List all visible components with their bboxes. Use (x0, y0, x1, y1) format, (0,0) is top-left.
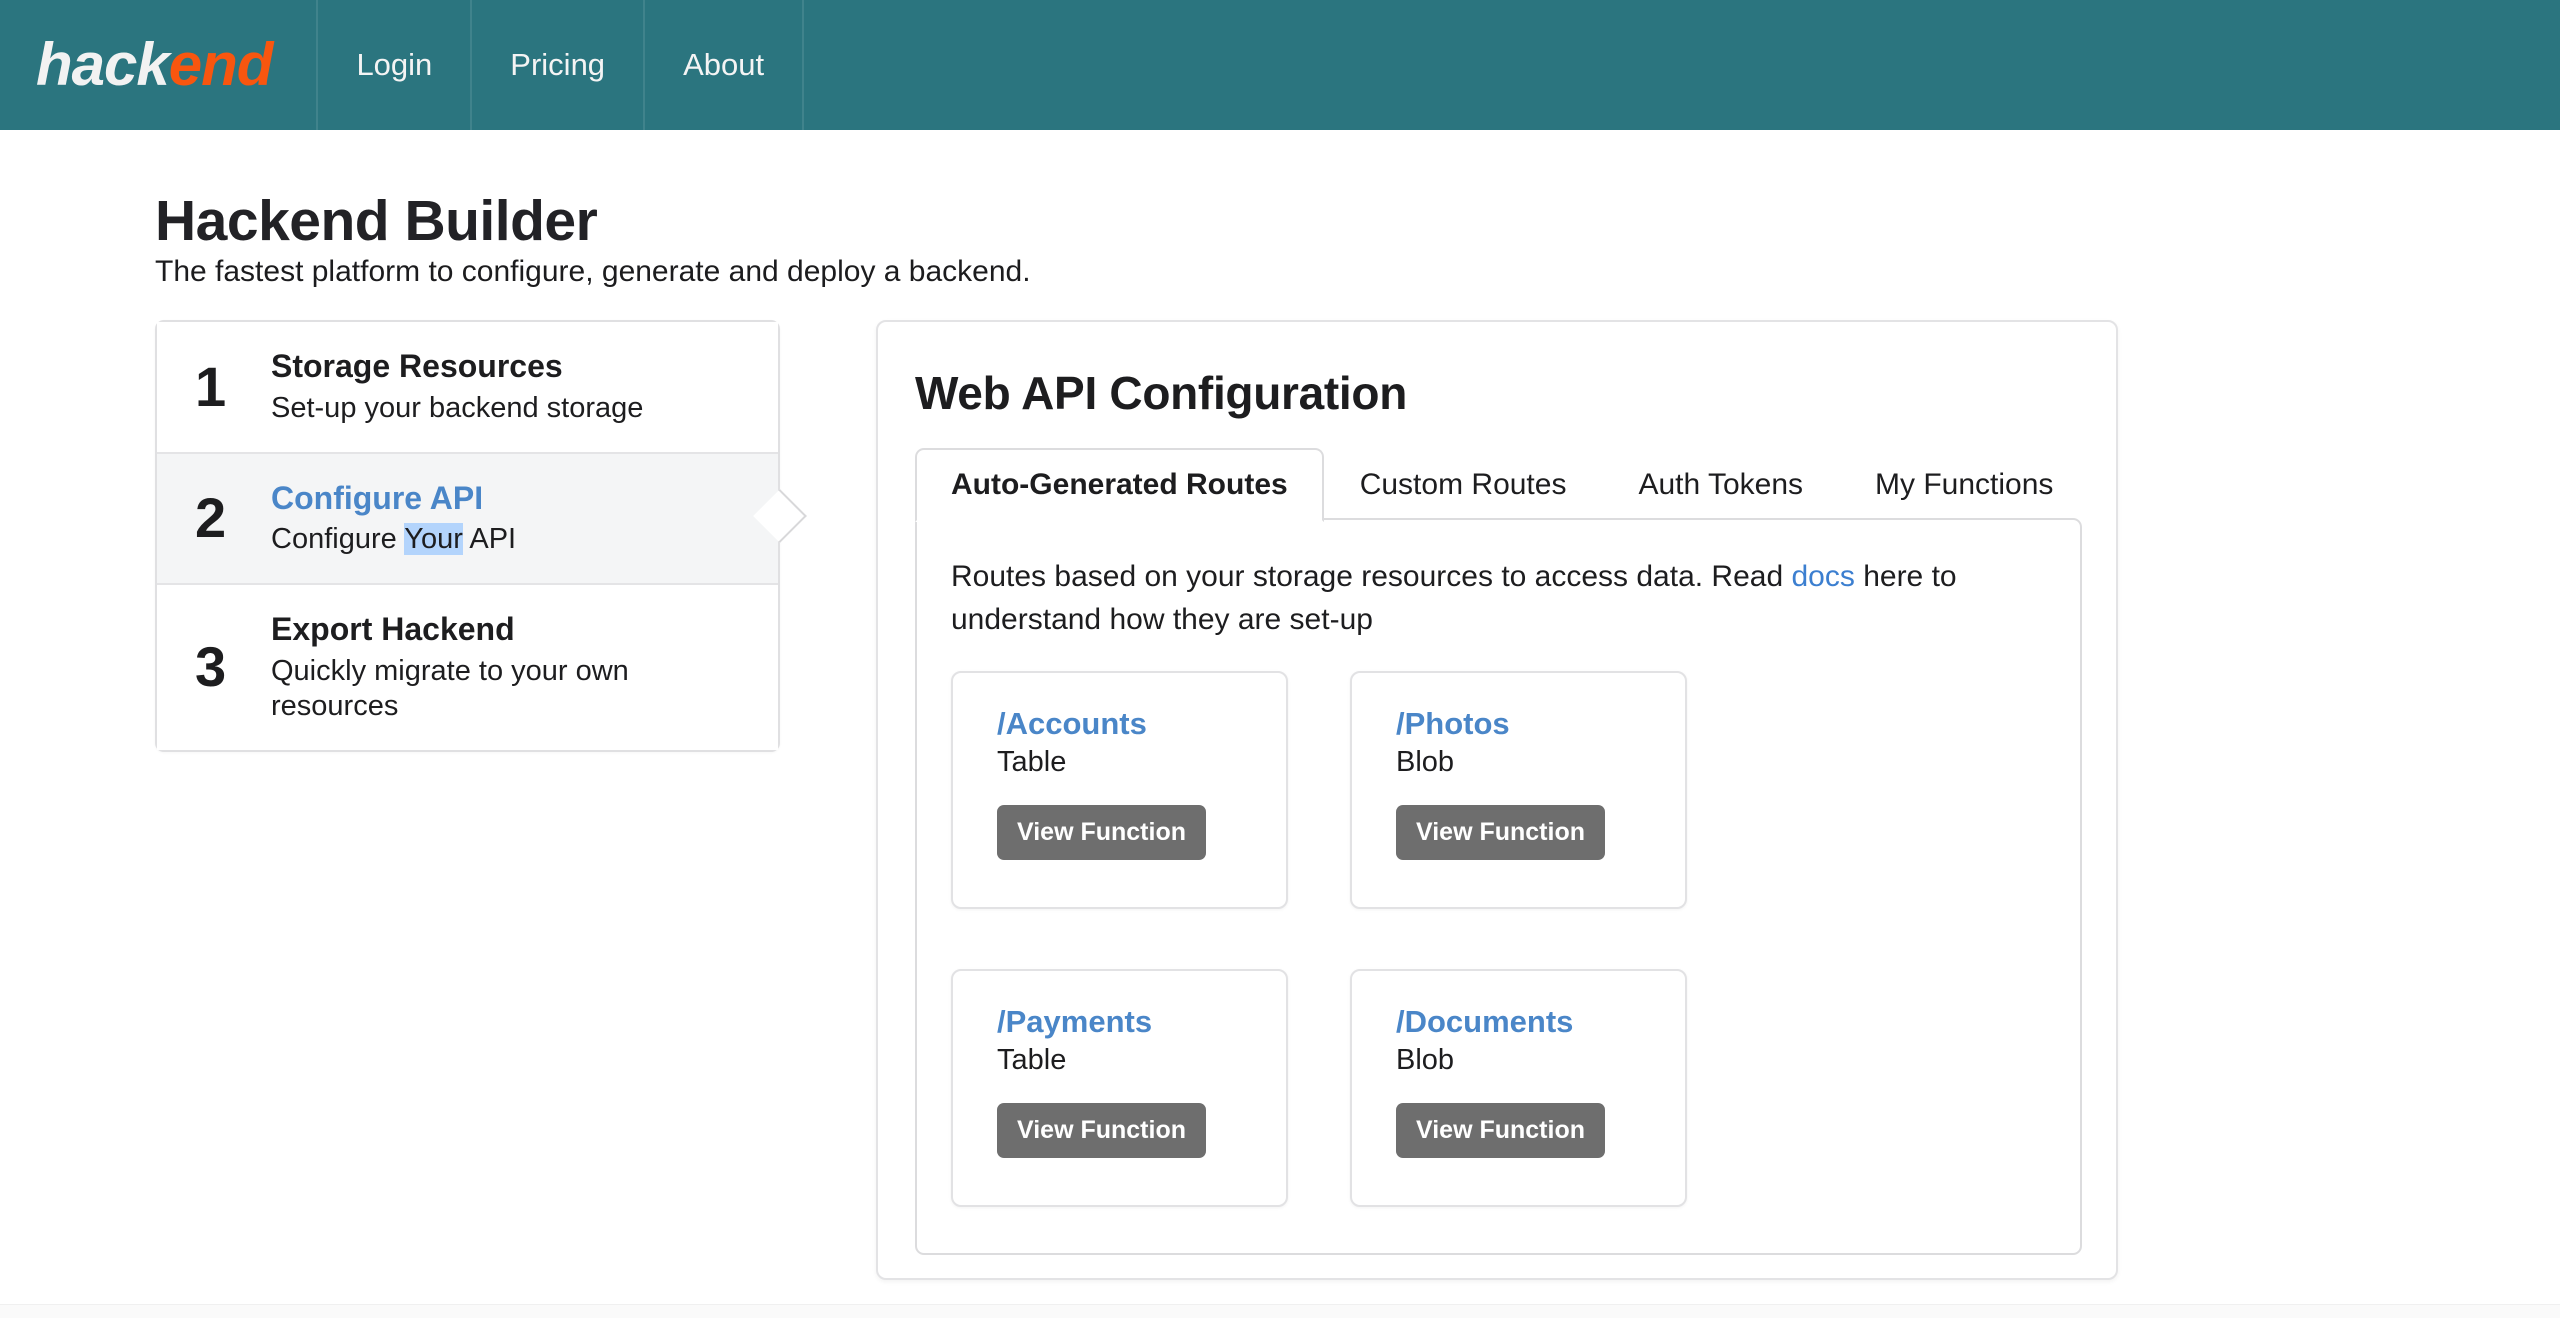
brand-logo-accent: end (168, 31, 274, 98)
nav-item-login[interactable]: Login (318, 0, 473, 130)
app-page: hack end Login Pricing About Hackend Buil… (0, 0, 2560, 1318)
tab-my-functions[interactable]: My Functions (1839, 448, 2089, 522)
step-description: Set-up your backend storage (271, 391, 644, 424)
route-path: /Documents (1396, 1004, 1574, 1040)
step-item-configure-api[interactable]: 2 Configure API Configure Your API (157, 453, 807, 586)
web-api-configuration-panel: Web API Configuration Auto-Generated Rou… (876, 320, 2118, 1280)
step-item-storage-resources[interactable]: 1 Storage Resources Set-up your backend … (157, 322, 778, 454)
step-description: Quickly migrate to your own resources (271, 654, 629, 722)
panel-title: Web API Configuration (915, 367, 1407, 419)
route-card-payments[interactable]: /Payments Table View Function (951, 969, 1288, 1208)
step-title: Configure API (271, 479, 484, 516)
step-title: Export Hackend (271, 611, 515, 648)
tab-custom-routes[interactable]: Custom Routes (1324, 448, 1603, 522)
step-description: Configure Your API (271, 522, 516, 557)
step-description-selected-text: Your (404, 523, 463, 556)
route-card-photos[interactable]: /Photos Blob View Function (1350, 671, 1687, 910)
brand-logo-primary: hack (36, 31, 170, 98)
brand-logo[interactable]: hack end (0, 0, 319, 130)
tab-auth-tokens[interactable]: Auth Tokens (1602, 448, 1839, 522)
step-pointer-icon (753, 489, 807, 544)
route-path: /Accounts (997, 706, 1147, 742)
page-subtitle: The fastest platform to configure, gener… (155, 255, 1031, 288)
nav-item-about[interactable]: About (645, 0, 805, 130)
step-description-post: API (462, 523, 517, 556)
step-body: Storage Resources Set-up your backend st… (263, 348, 643, 426)
route-path: /Photos (1396, 706, 1510, 742)
docs-link[interactable]: docs (1791, 560, 1854, 593)
route-card-documents[interactable]: /Documents Blob View Function (1350, 969, 1687, 1208)
nav-item-pricing[interactable]: Pricing (472, 0, 646, 130)
page-title: Hackend Builder (155, 189, 598, 254)
step-title: Storage Resources (271, 348, 563, 384)
step-description-pre: Configure (271, 523, 405, 556)
top-navbar: hack end Login Pricing About (0, 0, 2560, 130)
step-body: Export Hackend Quickly migrate to your o… (263, 611, 752, 723)
route-type: Blob (1396, 746, 1455, 779)
routes-description-pre: Routes based on your storage resources t… (951, 560, 1792, 593)
route-card-accounts[interactable]: /Accounts Table View Function (951, 671, 1288, 910)
view-function-button[interactable]: View Function (1396, 1103, 1605, 1159)
routes-description: Routes based on your storage resources t… (951, 556, 2046, 641)
route-cards-grid: /Accounts Table View Function /Photos Bl… (951, 671, 2046, 1208)
tab-content-auto-generated-routes: Routes based on your storage resources t… (915, 518, 2082, 1256)
step-number: 2 (195, 486, 227, 550)
step-number: 1 (195, 354, 227, 418)
steps-list: 1 Storage Resources Set-up your backend … (155, 320, 807, 752)
step-body: Configure API Configure Your API (263, 480, 516, 558)
route-path: /Payments (997, 1004, 1153, 1040)
tab-auto-generated-routes[interactable]: Auto-Generated Routes (915, 448, 1324, 522)
view-function-button[interactable]: View Function (997, 1103, 1206, 1159)
view-function-button[interactable]: View Function (1396, 805, 1605, 861)
route-type: Table (997, 1044, 1067, 1077)
step-number: 3 (195, 635, 227, 699)
tab-bar: Auto-Generated Routes Custom Routes Auth… (915, 448, 2082, 522)
route-type: Table (997, 746, 1067, 779)
view-function-button[interactable]: View Function (997, 805, 1206, 861)
route-type: Blob (1396, 1044, 1455, 1077)
bottom-band (0, 1304, 2560, 1318)
step-item-export-hackend[interactable]: 3 Export Hackend Quickly migrate to your… (157, 585, 778, 750)
